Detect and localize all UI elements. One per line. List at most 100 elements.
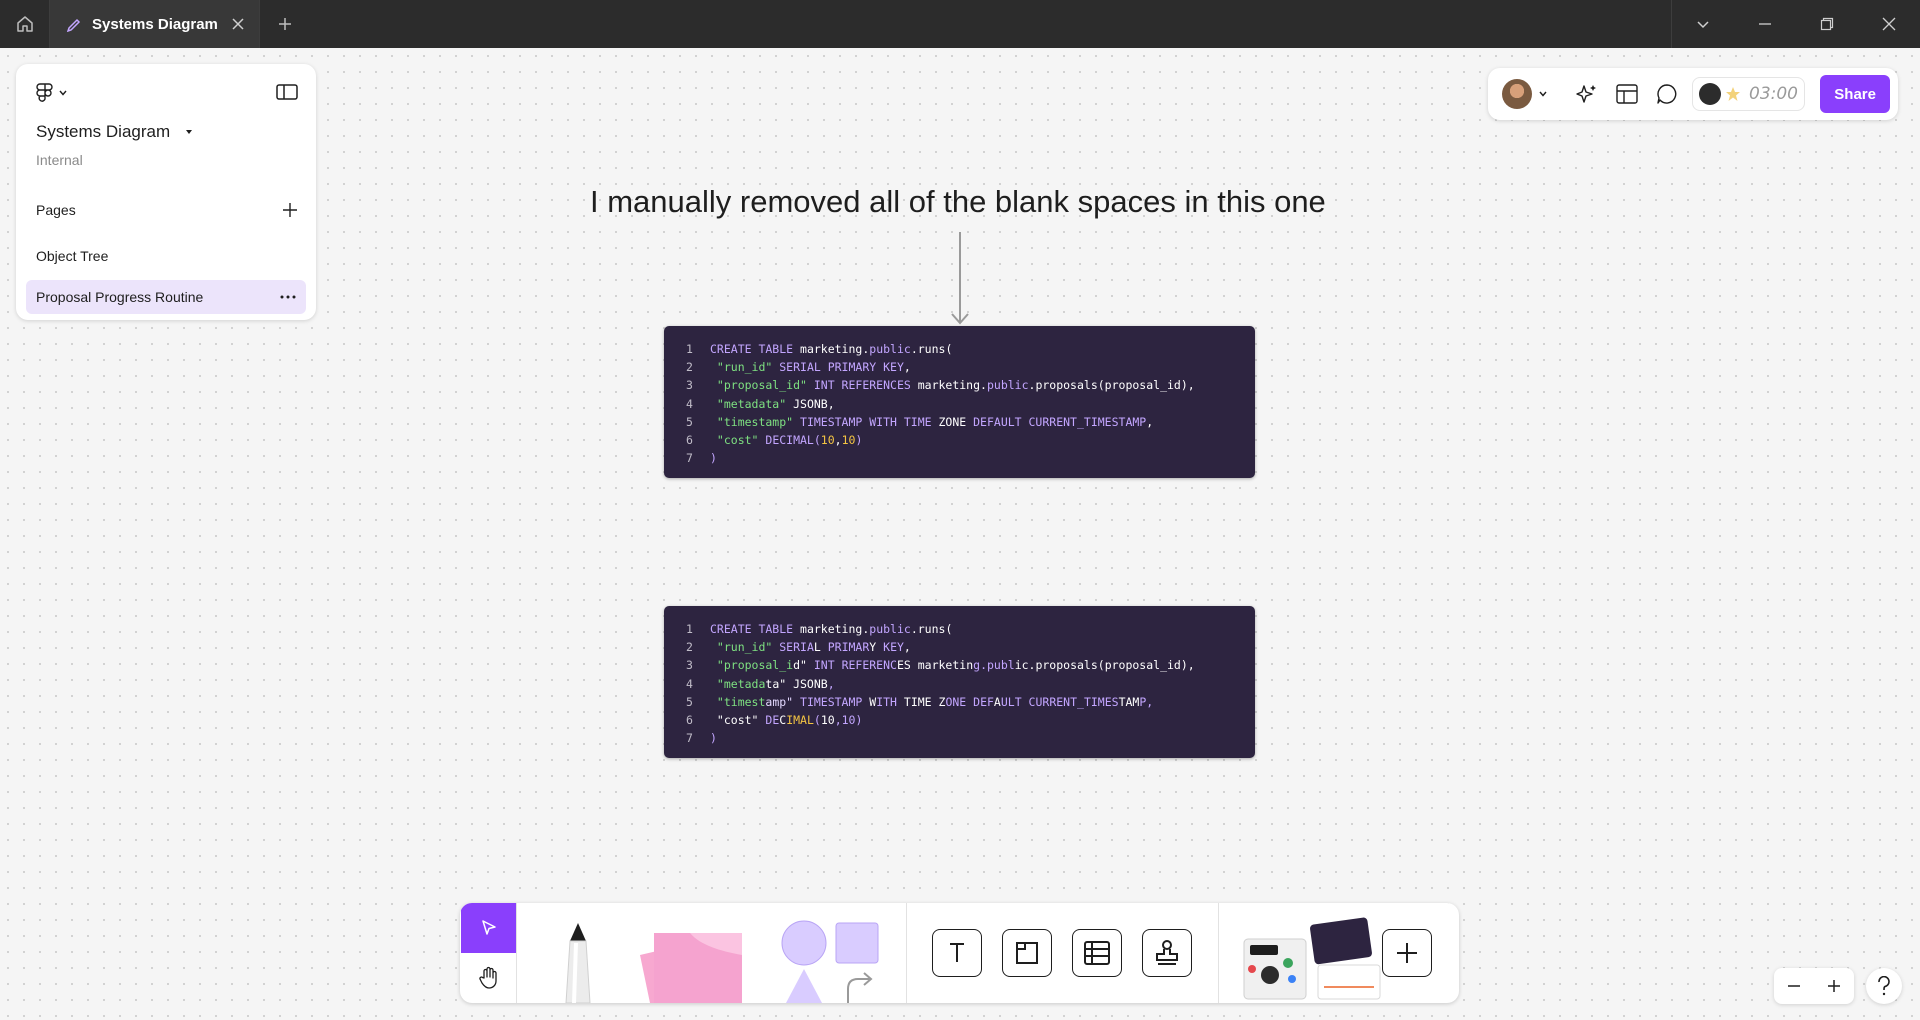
templates-button[interactable]: [1612, 79, 1642, 109]
code-line: 4 "metadata" JSONB,: [686, 677, 1255, 695]
move-tool-button[interactable]: [461, 903, 516, 953]
line-number: 1: [686, 622, 693, 636]
comments-button[interactable]: [1652, 79, 1682, 109]
code-token: JSONB,: [793, 396, 835, 411]
code-token: C: [779, 712, 787, 727]
code-block-edited[interactable]: 1 CREATE TABLE marketing. public. runs(2 "r…: [664, 606, 1255, 758]
line-number: 2: [686, 360, 693, 375]
marker-tool-icon[interactable]: [548, 921, 608, 1003]
page-item-proposal-progress-routine[interactable]: Proposal Progress Routine: [26, 280, 306, 314]
code-token: ,: [903, 360, 911, 375]
connector-arrow[interactable]: [950, 230, 970, 326]
stamp-tool-button[interactable]: [1142, 929, 1192, 977]
code-lines: 1 CREATE TABLE marketing. public. runs(2 "r…: [686, 622, 1255, 749]
code-line: 6 "cost" DECIMAL(10,10): [686, 433, 1255, 451]
code-line: 7): [686, 731, 1255, 749]
file-name-dropdown[interactable]: Systems Diagram: [36, 122, 194, 142]
chevron-down-icon: [1697, 21, 1709, 29]
team-name[interactable]: Internal: [36, 152, 83, 168]
code-token: INT REFERENCES: [813, 378, 918, 393]
line-number: 5: [686, 414, 693, 429]
code-block-original[interactable]: 1 CREATE TABLE marketing. public. runs(2 "r…: [664, 326, 1255, 478]
close-tab-icon[interactable]: [231, 17, 245, 31]
code-token: SERIA: [779, 640, 814, 655]
code-token: ,10): [834, 712, 863, 727]
code-token: TIMESTAMP: [800, 694, 870, 709]
code-token: public: [986, 378, 1029, 393]
help-button[interactable]: [1866, 968, 1902, 1004]
code-token: ULT CURRENT_TIMES: [1000, 694, 1119, 709]
line-number: 7: [686, 731, 693, 746]
text-tool-button[interactable]: [932, 929, 982, 977]
code-token: marketing.: [800, 622, 870, 636]
chevron-down-icon: [59, 90, 67, 96]
hand-icon: [478, 966, 497, 989]
line-number: 6: [686, 432, 693, 447]
timer-widget[interactable]: 03:00: [1692, 77, 1805, 111]
canvas-text-heading[interactable]: I manually removed all of the blank spac…: [590, 184, 1326, 220]
code-token: "cost": [710, 712, 766, 727]
zoom-in-icon[interactable]: [1826, 978, 1842, 994]
hand-tool-button[interactable]: [461, 953, 516, 1003]
code-token: public: [869, 622, 911, 636]
code-token: ZONE: [938, 414, 974, 429]
code-token: marketing.: [917, 378, 987, 393]
code-line: 4 "metadata" JSONB,: [686, 397, 1255, 415]
code-token: DECIMAL(: [765, 432, 821, 447]
shapes-tool-icon[interactable]: [778, 919, 888, 1003]
home-button[interactable]: [0, 0, 50, 48]
code-token: g.publ: [973, 658, 1015, 673]
code-token: .proposals(proposal_id),: [1028, 378, 1195, 393]
code-token: A: [993, 694, 1001, 709]
close-icon: [1882, 17, 1896, 31]
timer-dial-icon: [1699, 83, 1721, 105]
line-number: 1: [686, 342, 693, 356]
ai-sparkle-button[interactable]: [1572, 79, 1602, 109]
code-token: ,: [1146, 414, 1154, 429]
tabs-dropdown-button[interactable]: [1672, 0, 1734, 48]
user-menu[interactable]: [1502, 79, 1548, 109]
close-window-button[interactable]: [1858, 0, 1920, 48]
section-icon: [1016, 942, 1038, 964]
code-token: INT REFERENC: [813, 658, 897, 673]
main-menu-button[interactable]: [36, 82, 68, 104]
sparkle-icon: [1576, 85, 1596, 103]
table-tool-button[interactable]: [1072, 929, 1122, 977]
new-tab-button[interactable]: [260, 0, 310, 48]
timer-value: 03:00: [1749, 84, 1798, 104]
avatar: [1502, 79, 1532, 109]
code-token: "timestamp": [710, 414, 801, 429]
code-token: P,: [1139, 694, 1154, 709]
more-tools-button[interactable]: [1382, 929, 1432, 977]
code-token: DEFAULT CURRENT_TIMESTAMP: [973, 414, 1147, 429]
more-options-icon[interactable]: [280, 295, 296, 299]
widgets-plugins-icon[interactable]: [1240, 917, 1390, 1003]
section-tool-button[interactable]: [1002, 929, 1052, 977]
line-number: 3: [686, 658, 693, 673]
code-line: 1 CREATE TABLE marketing. public. runs(: [686, 622, 1255, 640]
line-number: 6: [686, 712, 693, 727]
code-token: ,: [834, 432, 842, 447]
code-token: CREATE TABLE: [710, 342, 801, 356]
plus-icon: [279, 18, 291, 30]
toggle-sidebar-button[interactable]: [276, 84, 298, 105]
pages-header: Pages: [36, 202, 298, 218]
sticky-note-tool-icon[interactable]: [630, 925, 760, 1003]
code-token: ONE DEF: [945, 694, 994, 709]
cursor-icon: [481, 920, 496, 935]
creation-toolbar: [460, 903, 1459, 1003]
page-item-object-tree[interactable]: Object Tree: [26, 239, 306, 273]
share-button[interactable]: Share: [1820, 75, 1890, 113]
code-token: .: [910, 622, 918, 636]
code-token: "cost": [710, 432, 766, 447]
code-token: "run_id": [710, 640, 780, 655]
code-token: TIME Z: [903, 694, 946, 709]
zoom-out-icon[interactable]: [1786, 978, 1802, 994]
code-line: 3 "proposal_id" INT REFERENCES marketing…: [686, 658, 1255, 676]
add-page-icon[interactable]: [282, 202, 298, 218]
code-token: CREATE TABLE: [710, 622, 801, 636]
tab-systems-diagram[interactable]: Systems Diagram: [50, 0, 260, 48]
restore-button[interactable]: [1796, 0, 1858, 48]
minimize-button[interactable]: [1734, 0, 1796, 48]
window-controls: [1671, 0, 1920, 48]
